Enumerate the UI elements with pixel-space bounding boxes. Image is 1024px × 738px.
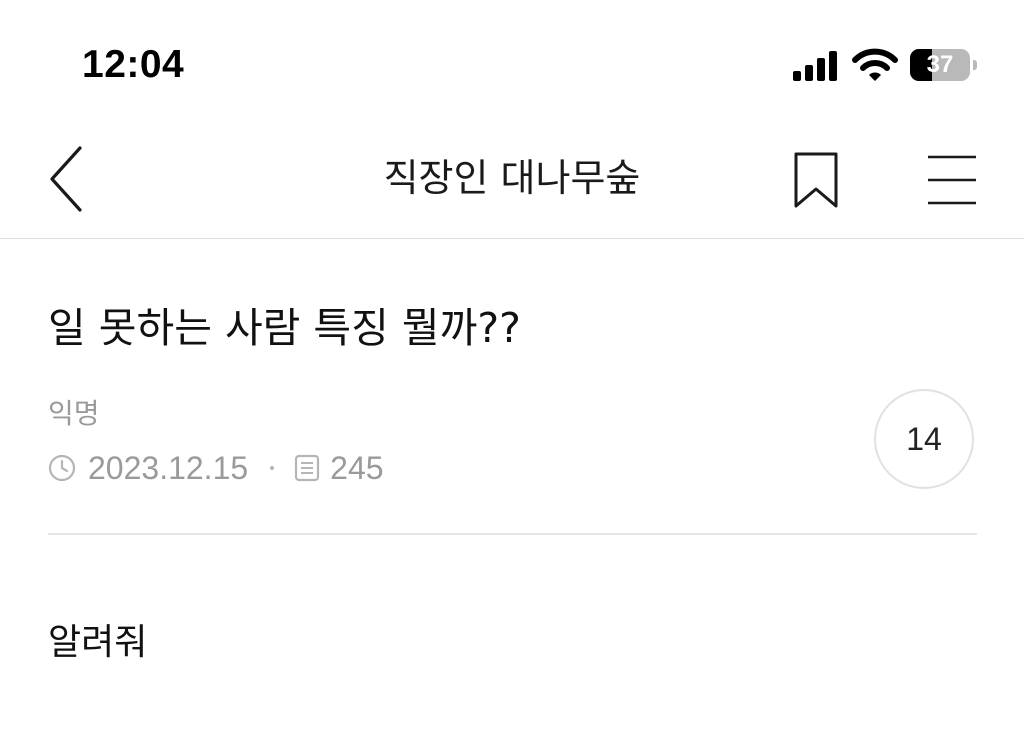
page-title: 직장인 대나무숲 [383, 156, 641, 200]
back-button[interactable] [36, 142, 96, 216]
battery-indicator: 37 [910, 49, 980, 81]
post-body: 알려줘 [48, 622, 148, 663]
chevron-left-icon [50, 146, 82, 212]
post-title: 일 못하는 사람 특징 뭘까?? [48, 304, 521, 352]
menu-button[interactable] [918, 146, 988, 216]
navigation-bar: 직장인 대나무숲 [0, 120, 1024, 239]
clock-icon [48, 454, 76, 482]
views-document-icon [294, 454, 320, 482]
battery-body: 37 [910, 49, 970, 81]
status-bar: 12:04 37 [0, 0, 1024, 120]
author-name: 익명 [48, 397, 100, 430]
post-date: 2023.12.15 [88, 450, 249, 486]
wifi-icon [852, 48, 898, 81]
hamburger-menu-icon [928, 155, 976, 205]
bookmark-icon [794, 152, 838, 208]
comment-count-badge[interactable]: 14 [874, 389, 974, 489]
cellular-signal-icon [793, 51, 837, 81]
status-time: 12:04 [82, 43, 185, 86]
view-count: 245 [330, 450, 384, 486]
post-meta: 2023.12.15 245 [48, 448, 384, 488]
bookmark-button[interactable] [786, 146, 846, 216]
content-divider [48, 533, 977, 535]
meta-separator [270, 466, 275, 470]
battery-level: 37 [926, 51, 954, 78]
battery-tip [973, 60, 977, 70]
